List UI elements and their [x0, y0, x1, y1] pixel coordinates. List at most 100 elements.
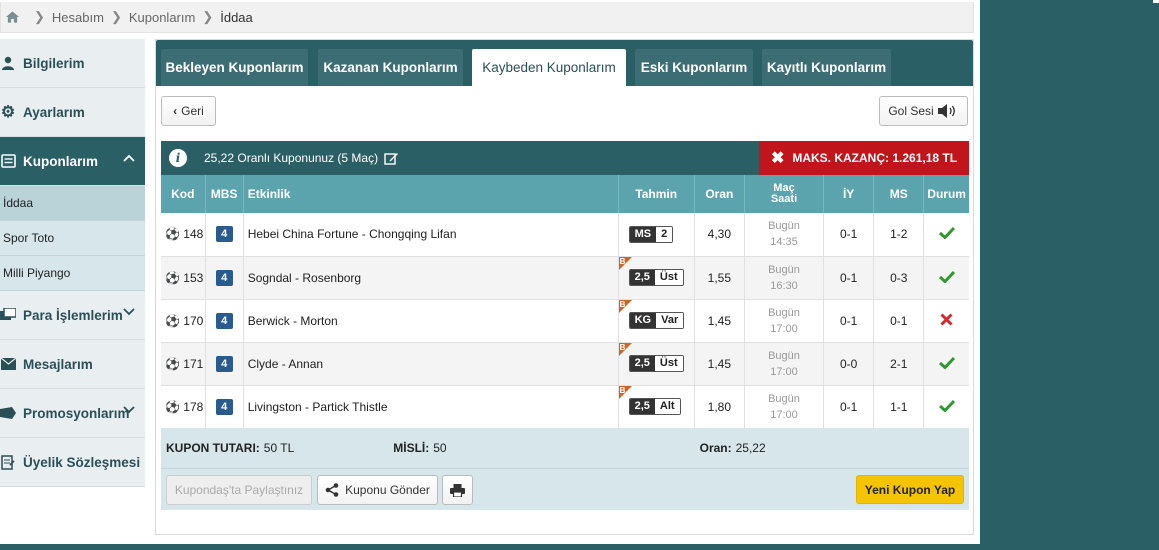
home-icon[interactable]: [6, 11, 19, 23]
match-day: Bugün: [768, 220, 800, 233]
sidebar-item-label: Üyelik Sözleşmesi: [23, 454, 141, 470]
printer-icon: [450, 483, 465, 497]
misli-label: MİSLİ:: [393, 441, 430, 455]
share-kupondas-button[interactable]: Kupondaş'ta Paylaştınız: [166, 475, 312, 505]
prediction-badge: KG Var: [628, 312, 685, 329]
kod-value: 178: [183, 399, 204, 414]
breadcrumb-link-hesabim[interactable]: Hesabım: [52, 10, 104, 25]
tahmin-cell: B 2,5 Üst: [618, 256, 695, 300]
kod-value: 170: [183, 313, 204, 328]
table-row: ⚽ 153 4 Sogndal - Rosenborg B 2,5 Üst 1,55 Bugü…: [161, 256, 969, 300]
sidebar-item-label: Mesajlarım: [23, 356, 93, 372]
match-time: 14:35: [770, 236, 798, 249]
tabs-bar: Bekleyen Kuponlarım Kazanan Kuponlarım K…: [156, 40, 973, 86]
tahmin-cell: B KG Var: [618, 299, 695, 343]
breadcrumb: ❯ Hesabım ❯ Kuponlarım ❯ İddaa: [0, 2, 974, 33]
column-header: MS: [873, 175, 925, 213]
prediction-type: MS: [629, 226, 657, 242]
sidebar-item-bilgilerim[interactable]: Bilgilerim: [0, 39, 145, 88]
sidebar-item-para-islemlerim[interactable]: Para İşlemlerim: [0, 291, 145, 340]
oran-cell: 1,45: [694, 342, 745, 386]
print-button[interactable]: [442, 475, 473, 505]
back-button-label: Geri: [181, 104, 204, 118]
breadcrumb-link-kuponlarim[interactable]: Kuponlarım: [129, 10, 195, 25]
ticket-icon: [0, 153, 16, 169]
tab-kazanan[interactable]: Kazanan Kuponlarım: [318, 49, 463, 86]
user-icon: [0, 55, 16, 71]
column-header: İY: [823, 175, 875, 213]
info-icon[interactable]: i: [169, 149, 187, 167]
tab-eski[interactable]: Eski Kuponlarım: [635, 49, 753, 86]
match-day: Bugün: [768, 306, 800, 319]
sidebar-subitem-iddaa[interactable]: İddaa: [0, 186, 145, 221]
chevron-right-icon: ❯: [202, 9, 214, 24]
page-background-right: [980, 0, 1159, 550]
table-row: ⚽ 178 4 Livingston - Partick Thistle B 2,5 Al…: [161, 385, 969, 429]
prediction-badge: 2,5 Alt: [628, 398, 681, 415]
prediction-type: 2,5: [629, 270, 655, 285]
misli-value: 50: [433, 441, 447, 455]
chevron-right-icon: ❯: [34, 9, 45, 24]
soccer-ball-icon: ⚽: [165, 270, 180, 285]
banko-badge: B: [618, 299, 632, 313]
prediction-badge: 2,5 Üst: [628, 355, 684, 372]
iy-cell: 0-1: [823, 256, 875, 300]
oran-cell: 4,30: [694, 213, 745, 257]
soccer-ball-icon: ⚽: [165, 227, 180, 242]
new-coupon-button[interactable]: Yeni Kupon Yap: [856, 475, 964, 504]
tab-bekleyen[interactable]: Bekleyen Kuponlarım: [161, 49, 308, 86]
tab-kayitli[interactable]: Kayıtlı Kuponlarım: [762, 49, 891, 86]
mbs-badge: 4: [215, 355, 233, 372]
prediction-value: Alt: [654, 399, 680, 414]
kod-cell: ⚽ 148: [161, 213, 206, 257]
prediction-badge: 2,5 Üst: [628, 269, 684, 286]
table-header-row: Kod MBS Etkinlik Tahmin Oran Maç Saati İ…: [161, 175, 969, 213]
sidebar-item-label: Kuponlarım: [23, 153, 99, 169]
durum-cell: [923, 299, 969, 343]
tahmin-cell: B 2,5 Üst: [618, 342, 695, 386]
coupon-title: 25,22 Oranlı Kuponunuz (5 Maç): [204, 151, 379, 165]
banko-badge-label: B: [619, 299, 626, 309]
check-icon: [938, 270, 955, 284]
oran-value: 25,22: [735, 441, 766, 455]
sidebar-item-label: Ayarlarım: [23, 104, 85, 120]
sidebar-item-uyelik-sozlesmesi[interactable]: Üyelik Sözleşmesi: [0, 438, 145, 487]
saat-cell: Bugün 17:00: [744, 385, 825, 429]
sidebar-item-ayarlarim[interactable]: ⚙ Ayarlarım: [0, 88, 145, 137]
edit-icon[interactable]: [384, 151, 399, 166]
sidebar-item-kuponlarim[interactable]: Kuponlarım: [0, 137, 145, 186]
send-coupon-button[interactable]: Kuponu Gönder: [317, 475, 438, 505]
tahmin-cell: B 2,5 Alt: [618, 385, 695, 429]
sidebar-item-promosyonlarim[interactable]: Promosyonlarım: [0, 389, 145, 438]
banko-badge-label: B: [619, 385, 626, 395]
coupon-table: Kod MBS Etkinlik Tahmin Oran Maç Saati İ…: [161, 175, 969, 429]
table-row: ⚽ 170 4 Berwick - Morton B KG Var 1,45 Bugün 17:…: [161, 299, 969, 343]
column-header: MBS: [205, 175, 244, 213]
oran-cell: 1,80: [694, 385, 745, 429]
check-icon: [938, 399, 955, 413]
goal-sound-button[interactable]: Gol Sesi: [879, 96, 968, 126]
column-header: Tahmin: [618, 175, 695, 213]
back-button[interactable]: ‹ Geri: [161, 96, 216, 126]
table-row: ⚽ 171 4 Clyde - Annan B 2,5 Üst 1,45 Bugün 17:00…: [161, 342, 969, 386]
match-time: 17:00: [770, 408, 798, 421]
kod-cell: ⚽ 171: [161, 342, 206, 386]
durum-cell: [923, 342, 969, 386]
match-time: 16:30: [770, 279, 798, 292]
saat-cell: Bugün 16:30: [744, 256, 825, 300]
max-win-text: MAKS. KAZANÇ: 1.261,18 TL: [792, 151, 958, 165]
prediction-value: 2: [656, 226, 673, 242]
iy-cell: 0-1: [823, 213, 875, 257]
tag-icon: [0, 405, 16, 421]
ms-cell: 1-2: [873, 213, 925, 257]
sidebar-item-mesajlarim[interactable]: Mesajlarım: [0, 340, 145, 389]
sidebar-subitem-milli-piyango[interactable]: Milli Piyango: [0, 256, 145, 291]
sidebar-subitem-spor-toto[interactable]: Spor Toto: [0, 221, 145, 256]
ms-cell: 2-1: [873, 342, 925, 386]
mbs-badge: 4: [215, 398, 233, 415]
tab-kaybeden[interactable]: Kaybeden Kuponlarım: [472, 49, 626, 86]
soccer-ball-icon: ⚽: [165, 399, 180, 414]
mbs-cell: 4: [205, 256, 244, 300]
mbs-cell: 4: [205, 213, 244, 257]
oran-cell: 1,55: [694, 256, 745, 300]
